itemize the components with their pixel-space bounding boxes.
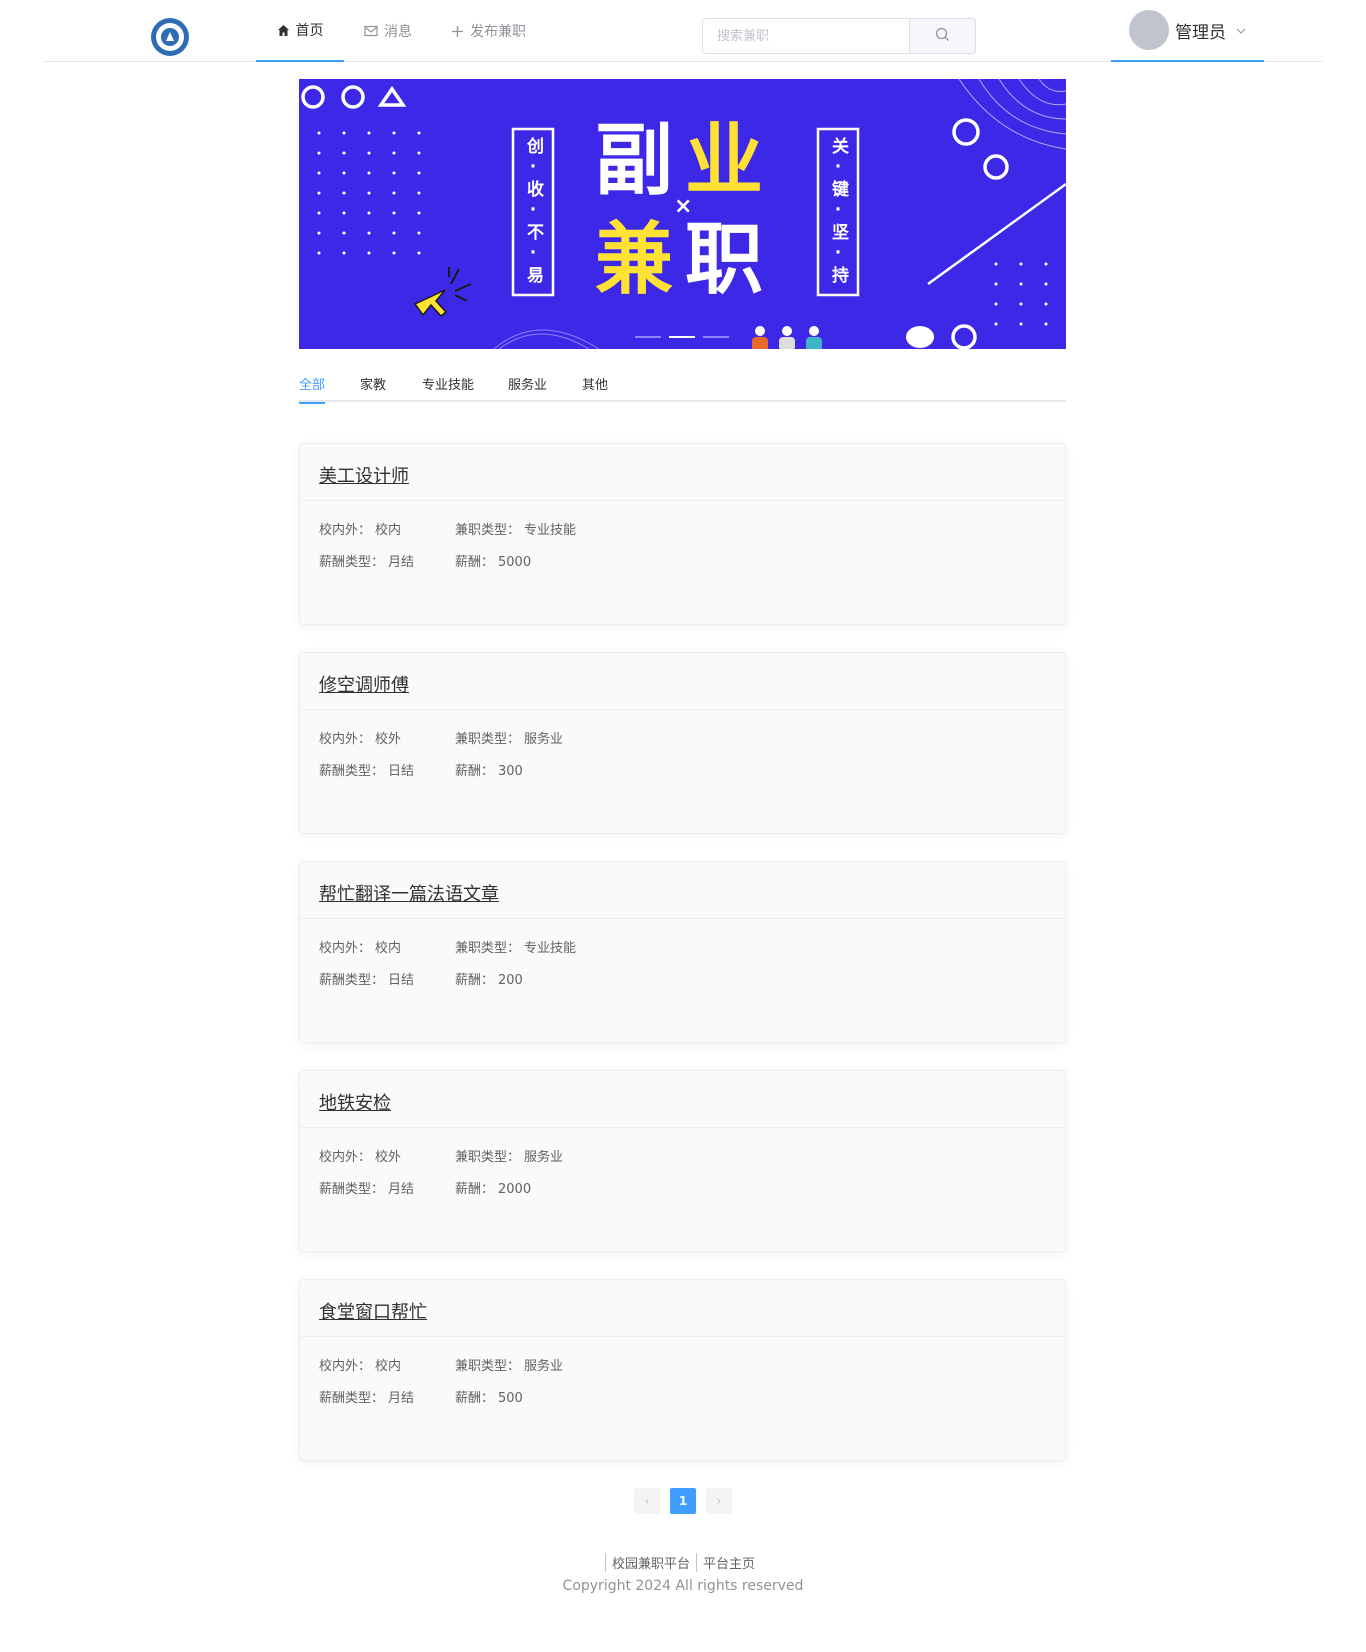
job-type: 兼职类型： 服务业 [455, 1359, 564, 1374]
chevron-down-icon [1236, 24, 1246, 37]
banner-right-slogan: 关·键·坚·持 [828, 137, 848, 286]
job-location: 校内外： 校外 [319, 732, 402, 747]
top-navbar: 首页 消息 发布兼职 管理员 [43, 0, 1322, 62]
job-card-body: 校内外： 校外 兼职类型： 服务业 薪酬类型： 日结 薪酬： 300 [300, 710, 1065, 834]
job-title[interactable]: 帮忙翻译一篇法语文章 [319, 884, 499, 905]
nav-messages[interactable]: 消息 [364, 0, 412, 62]
job-pay-type: 薪酬类型： 日结 [319, 973, 415, 988]
banner-title-top-b: 业 [685, 116, 764, 206]
job-pay-type: 薪酬类型： 月结 [319, 555, 415, 570]
job-title[interactable]: 美工设计师 [319, 466, 409, 487]
job-card-header: 地铁安检 [300, 1071, 1065, 1128]
footer-links: 校园兼职平台 平台主页 [0, 1553, 1366, 1572]
job-pay-type: 薪酬类型： 月结 [319, 1391, 415, 1406]
search-input[interactable] [703, 19, 909, 53]
nav-post-job-label: 发布兼职 [470, 24, 526, 40]
job-card-header: 帮忙翻译一篇法语文章 [300, 862, 1065, 919]
job-card-header: 修空调师傅 [300, 653, 1065, 710]
tab-service-industry[interactable]: 服务业 [508, 374, 547, 402]
search-icon [935, 27, 950, 46]
nav-home[interactable]: 首页 [256, 0, 344, 62]
mail-icon [364, 25, 378, 37]
job-salary: 薪酬： 5000 [455, 555, 532, 570]
pagination-page-1[interactable]: 1 [670, 1488, 696, 1514]
job-pay-type: 薪酬类型： 月结 [319, 1182, 415, 1197]
tab-professional-skills[interactable]: 专业技能 [422, 374, 474, 402]
job-location: 校内外： 校外 [319, 1150, 402, 1165]
plus-icon [451, 25, 464, 38]
user-menu[interactable]: 管理员 [1111, 0, 1264, 62]
job-title[interactable]: 地铁安检 [319, 1093, 391, 1114]
job-card[interactable]: 修空调师傅 校内外： 校外 兼职类型： 服务业 薪酬类型： 日结 薪酬： 300 [299, 652, 1066, 834]
job-card[interactable]: 地铁安检 校内外： 校外 兼职类型： 服务业 薪酬类型： 月结 薪酬： 2000 [299, 1070, 1066, 1252]
search-button[interactable] [909, 19, 975, 53]
job-card-body: 校内外： 校内 兼职类型： 专业技能 薪酬类型： 月结 薪酬： 5000 [300, 501, 1065, 625]
nav-messages-label: 消息 [384, 24, 412, 40]
pagination-next-button[interactable]: › [706, 1488, 732, 1514]
footer-link-home[interactable]: 平台主页 [696, 1553, 761, 1572]
job-card-body: 校内外： 校内 兼职类型： 服务业 薪酬类型： 月结 薪酬： 500 [300, 1337, 1065, 1461]
search-box [702, 18, 976, 54]
tab-other[interactable]: 其他 [582, 374, 608, 402]
copyright-text: Copyright 2024 All rights reserved [562, 1578, 804, 1594]
job-location: 校内外： 校内 [319, 523, 402, 538]
nav-post-job[interactable]: 发布兼职 [451, 0, 526, 62]
pagination-prev-button[interactable]: ‹ [634, 1488, 660, 1514]
avatar [1129, 10, 1169, 50]
job-card-body: 校内外： 校内 兼职类型： 专业技能 薪酬类型： 日结 薪酬： 200 [300, 919, 1065, 1043]
job-salary: 薪酬： 200 [455, 973, 523, 988]
job-card[interactable]: 美工设计师 校内外： 校内 兼职类型： 专业技能 薪酬类型： 月结 薪酬： 5000 [299, 443, 1066, 625]
job-type: 兼职类型： 服务业 [455, 1150, 564, 1165]
user-name: 管理员 [1175, 22, 1226, 43]
job-salary: 薪酬： 2000 [455, 1182, 532, 1197]
banner-left-slogan: 创·收·不·易 [523, 137, 543, 286]
logo-emblem [156, 23, 184, 51]
job-card-body: 校内外： 校外 兼职类型： 服务业 薪酬类型： 月结 薪酬： 2000 [300, 1128, 1065, 1252]
school-logo[interactable] [151, 18, 189, 56]
home-icon [277, 24, 290, 37]
logo-core [161, 28, 179, 46]
banner-title-bottom-b: 职 [685, 215, 764, 305]
tab-all[interactable]: 全部 [299, 374, 326, 404]
footer-link-platform[interactable]: 校园兼职平台 [604, 1553, 696, 1572]
job-location: 校内外： 校内 [319, 941, 402, 956]
job-card[interactable]: 帮忙翻译一篇法语文章 校内外： 校内 兼职类型： 专业技能 薪酬类型： 日结 薪酬： 2… [299, 861, 1066, 1043]
job-salary: 薪酬： 300 [455, 764, 523, 779]
job-location: 校内外： 校内 [319, 1359, 402, 1374]
job-type: 兼职类型： 专业技能 [455, 523, 577, 538]
job-card-header: 食堂窗口帮忙 [300, 1280, 1065, 1337]
job-card[interactable]: 食堂窗口帮忙 校内外： 校内 兼职类型： 服务业 薪酬类型： 月结 薪酬： 500 [299, 1279, 1066, 1461]
job-type: 兼职类型： 专业技能 [455, 941, 577, 956]
nav-home-label: 首页 [295, 23, 324, 39]
banner-carousel[interactable]: 创·收·不·易 关·键·坚·持 副 业 × 兼 职 [299, 79, 1066, 349]
job-pay-type: 薪酬类型： 日结 [319, 764, 415, 779]
category-tabs: 全部 家教 专业技能 服务业 其他 [299, 370, 1066, 404]
job-card-header: 美工设计师 [300, 444, 1065, 501]
job-type: 兼职类型： 服务业 [455, 732, 564, 747]
job-salary: 薪酬： 500 [455, 1391, 523, 1406]
tab-tutoring[interactable]: 家教 [360, 374, 386, 402]
chevron-right-icon: › [716, 1494, 722, 1508]
banner-title-bottom-a: 兼 [595, 215, 674, 305]
banner-title-top-a: 副 [595, 116, 674, 206]
chevron-left-icon: ‹ [644, 1494, 650, 1508]
job-title[interactable]: 修空调师傅 [319, 675, 409, 696]
job-title[interactable]: 食堂窗口帮忙 [319, 1302, 427, 1323]
